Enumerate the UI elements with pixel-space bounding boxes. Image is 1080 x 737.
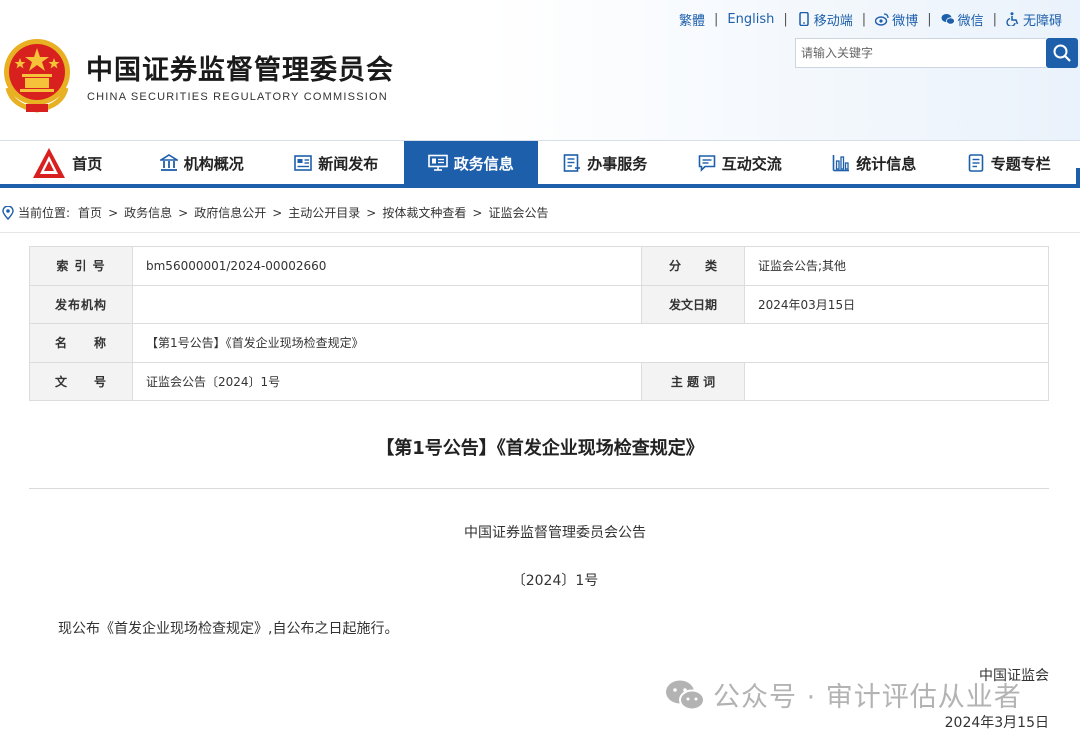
document-metadata-table: 索 引 号 bm56000001/2024-00002660 分 类 证监会公告… <box>29 246 1049 401</box>
main-nav: 首页 机构概况 新闻发布 政务信息 办事服务 互动交流 统计信息 专题专栏 <box>0 140 1080 188</box>
nav-item-services[interactable]: 办事服务 <box>538 141 673 185</box>
separator: | <box>861 11 867 27</box>
emblem-icon <box>33 148 66 178</box>
location-pin-icon <box>2 205 14 220</box>
table-row: 索 引 号 bm56000001/2024-00002660 分 类 证监会公告… <box>29 246 1049 286</box>
document-icon <box>968 154 984 172</box>
search-input[interactable] <box>795 38 1046 68</box>
subject-terms-label: 主 题 词 <box>641 361 745 401</box>
divider <box>0 232 1080 233</box>
document-name-value: 【第1号公告】《首发企业现场检查规定》 <box>132 323 1049 363</box>
accessibility-link-label: 无障碍 <box>1022 13 1062 29</box>
nav-item-label: 机构概况 <box>183 154 244 173</box>
nav-item-home[interactable]: 首页 <box>0 141 135 185</box>
site-header: 中国证券监督管理委员会 CHINA SECURITIES REGULATORY … <box>0 0 1080 140</box>
site-title: 中国证券监督管理委员会 <box>86 55 394 86</box>
nav-item-about[interactable]: 机构概况 <box>135 141 270 185</box>
breadcrumb-item[interactable]: 首页 <box>78 204 102 221</box>
nav-item-label: 政务信息 <box>453 154 514 173</box>
nav-item-label: 首页 <box>72 154 103 173</box>
scrollbar-indicator[interactable] <box>1076 168 1080 188</box>
chat-icon <box>698 155 716 172</box>
breadcrumb-separator: > <box>472 205 483 220</box>
document-issuer-line: 中国证券监督管理委员会公告 <box>464 525 646 541</box>
breadcrumb-separator: > <box>366 205 377 220</box>
nav-item-statistics[interactable]: 统计信息 <box>807 141 942 185</box>
breadcrumb-separator: > <box>272 205 283 220</box>
weibo-link-label: 微博 <box>892 13 919 29</box>
document-name-label: 名 称 <box>29 323 133 363</box>
top-links: 繁體 | English | 移动端 | 微博 | 微信 | 无障碍 <box>679 10 1062 29</box>
watermark: 公众号 · 审计评估从业者 <box>665 675 1022 714</box>
national-emblem-icon[interactable] <box>2 38 72 114</box>
bar-chart-icon <box>832 155 850 172</box>
site-subtitle: CHINA SECURITIES REGULATORY COMMISSION <box>87 91 388 103</box>
mobile-link-label: 移动端 <box>813 13 853 29</box>
nav-item-label: 专题专栏 <box>990 154 1051 173</box>
nav-item-label: 办事服务 <box>587 154 648 173</box>
table-row: 文 号 证监会公告〔2024〕1号 主 题 词 <box>29 361 1049 401</box>
list-icon <box>563 154 581 172</box>
table-row: 发布机构 发文日期 2024年03月15日 <box>29 284 1049 324</box>
category-value: 证监会公告;其他 <box>744 246 1049 286</box>
building-icon <box>159 154 178 171</box>
issuing-agency-value <box>132 284 642 324</box>
document-body: 现公布《首发企业现场检查规定》,自公布之日起施行。 <box>58 621 399 637</box>
breadcrumb-item[interactable]: 按体裁文种查看 <box>382 204 466 221</box>
issuing-agency-label: 发布机构 <box>29 284 133 324</box>
search-box <box>795 38 1078 68</box>
wechat-icon <box>941 14 955 25</box>
subject-terms-value <box>744 361 1049 401</box>
english-link[interactable]: English <box>727 12 774 27</box>
wechat-link-label: 微信 <box>957 13 984 29</box>
wheelchair-icon <box>1006 12 1019 26</box>
nav-item-interaction[interactable]: 互动交流 <box>673 141 808 185</box>
breadcrumb-item[interactable]: 政府信息公开 <box>194 204 266 221</box>
breadcrumb-prefix: 当前位置: <box>18 206 71 220</box>
breadcrumb: 当前位置: 首页 > 政务信息 > 政府信息公开 > 主动公开目录 > 按体裁文… <box>2 204 548 221</box>
search-icon <box>1053 44 1071 62</box>
breadcrumb-separator: > <box>108 205 119 220</box>
table-row: 名 称 【第1号公告】《首发企业现场检查规定》 <box>29 323 1049 363</box>
nav-item-special-topics[interactable]: 专题专栏 <box>942 141 1077 185</box>
document-number-value: 证监会公告〔2024〕1号 <box>132 361 642 401</box>
separator: | <box>927 11 932 27</box>
nav-item-label: 互动交流 <box>721 154 782 173</box>
index-number-label: 索 引 号 <box>29 246 133 286</box>
monitor-icon <box>427 154 448 171</box>
search-button[interactable] <box>1046 38 1078 68</box>
news-icon <box>294 155 313 171</box>
weibo-icon <box>875 13 889 26</box>
divider <box>29 488 1049 489</box>
mobile-phone-icon <box>799 12 809 26</box>
category-label: 分 类 <box>641 246 745 286</box>
watermark-text: 公众号 · 审计评估从业者 <box>713 682 1022 713</box>
separator: | <box>714 11 719 27</box>
breadcrumb-item[interactable]: 证监会公告 <box>488 204 548 221</box>
wechat-icon <box>666 680 705 710</box>
wechat-link[interactable]: 微信 <box>941 10 984 29</box>
document-number-line: 〔2024〕1号 <box>511 573 599 589</box>
breadcrumb-separator: > <box>178 205 189 220</box>
separator: | <box>783 11 788 27</box>
traditional-chinese-link[interactable]: 繁體 <box>679 10 705 29</box>
index-number-value: bm56000001/2024-00002660 <box>132 246 642 286</box>
nav-item-label: 新闻发布 <box>318 154 379 173</box>
weibo-link[interactable]: 微博 <box>875 10 918 29</box>
nav-item-label: 统计信息 <box>856 154 917 173</box>
document-title: 【第1号公告】《首发企业现场检查规定》 <box>376 438 704 459</box>
breadcrumb-item[interactable]: 政务信息 <box>124 204 172 221</box>
accessibility-link[interactable]: 无障碍 <box>1006 10 1062 29</box>
document-date: 2024年3月15日 <box>944 715 1049 731</box>
nav-item-news[interactable]: 新闻发布 <box>269 141 404 185</box>
mobile-link[interactable]: 移动端 <box>797 10 853 29</box>
issue-date-label: 发文日期 <box>641 284 745 324</box>
document-number-label: 文 号 <box>29 361 133 401</box>
breadcrumb-item[interactable]: 主动公开目录 <box>288 204 360 221</box>
separator: | <box>992 11 997 27</box>
nav-item-government-info[interactable]: 政务信息 <box>403 141 538 185</box>
issue-date-value: 2024年03月15日 <box>744 284 1049 324</box>
